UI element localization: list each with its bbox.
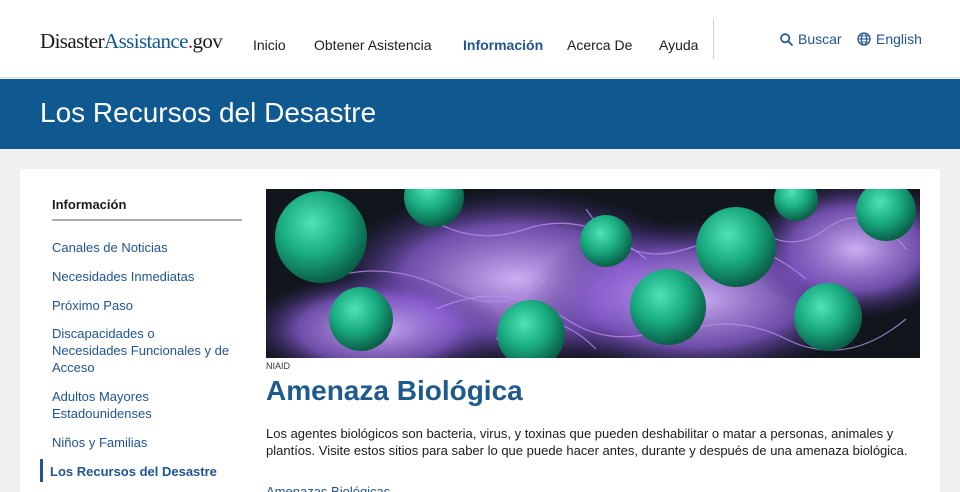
sidebar-item-recursos-del-desastre[interactable]: Los Recursos del Desastre bbox=[50, 463, 230, 480]
search-icon bbox=[780, 32, 793, 46]
sidebar-item-ninos-y-familias[interactable]: Niños y Familias bbox=[52, 434, 232, 451]
content-card: Información Canales de Noticias Necesida… bbox=[20, 169, 940, 492]
search-button[interactable]: Buscar bbox=[780, 31, 842, 47]
search-label: Buscar bbox=[798, 31, 842, 47]
sidebar-divider bbox=[52, 219, 242, 221]
nav-divider bbox=[713, 19, 714, 59]
logo-text-disaster: Disaster bbox=[40, 29, 105, 53]
page-banner: Los Recursos del Desastre bbox=[0, 79, 960, 149]
banner-title: Los Recursos del Desastre bbox=[40, 97, 377, 128]
hero-image bbox=[266, 189, 920, 358]
language-toggle[interactable]: English bbox=[857, 31, 922, 47]
globe-icon bbox=[857, 32, 871, 46]
nav-informacion[interactable]: Información bbox=[463, 37, 543, 53]
image-caption: NIAID bbox=[266, 361, 291, 371]
site-logo[interactable]: DisasterAssistance.gov bbox=[40, 29, 223, 54]
nav-acerca-de[interactable]: Acerca De bbox=[567, 37, 632, 53]
logo-text-gov: gov bbox=[192, 29, 223, 53]
sidebar-item-canales-de-noticias[interactable]: Canales de Noticias bbox=[52, 239, 232, 256]
sidebar-current-indicator bbox=[40, 459, 43, 482]
nav-inicio[interactable]: Inicio bbox=[253, 37, 286, 53]
page-title: Amenaza Biológica bbox=[266, 375, 523, 406]
nav-obtener-asistencia[interactable]: Obtener Asistencia bbox=[314, 37, 432, 53]
site-header: DisasterAssistance.gov Inicio Obtener As… bbox=[0, 0, 960, 78]
nav-ayuda[interactable]: Ayuda bbox=[659, 37, 698, 53]
sidebar-item-discapacidades[interactable]: Discapacidades o Necesidades Funcionales… bbox=[52, 325, 232, 376]
body-paragraph: Los agentes biológicos son bacteria, vir… bbox=[266, 426, 908, 458]
bacteria-illustration bbox=[266, 189, 920, 358]
sidebar-item-adultos-mayores[interactable]: Adultos Mayores Estadounidenses bbox=[52, 388, 232, 422]
logo-text-assistance: Assistance bbox=[104, 29, 188, 53]
amenazas-biologicas-link[interactable]: Amenazas Biológicas bbox=[266, 484, 390, 492]
sidebar-title: Información bbox=[52, 197, 127, 212]
sidebar-item-necesidades-inmediatas[interactable]: Necesidades Inmediatas bbox=[52, 268, 232, 285]
language-label: English bbox=[876, 31, 922, 47]
sidebar-item-proximo-paso[interactable]: Próximo Paso bbox=[52, 297, 232, 314]
